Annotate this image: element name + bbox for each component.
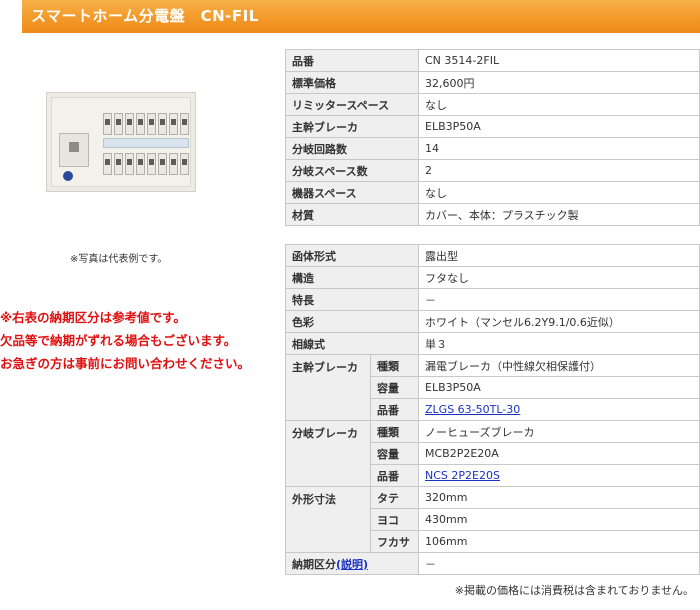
spec-value: 320mm: [418, 486, 700, 509]
spec-label: リミッタースペース: [285, 93, 419, 116]
spec-sublabel: 容量: [370, 442, 419, 465]
table-row: 相線式 単３: [285, 332, 700, 355]
spec-label: 分岐スペース数: [285, 159, 419, 182]
spec-value: ノーヒューズブレーカ: [418, 420, 700, 443]
spec-value: ELB3P50A: [418, 115, 700, 138]
main-breaker-part-link[interactable]: ZLGS 63-50TL-30: [425, 403, 520, 416]
spec-group-label: 主幹ブレーカ: [285, 354, 371, 421]
notice-line: ※右表の納期区分は参考値です。: [0, 310, 186, 325]
table-row: 機器スペース なし: [285, 181, 700, 204]
spec-value: ホワイト（マンセル6.2Y9.1/0.6近似）: [418, 310, 700, 333]
main-breaker-image: [59, 133, 89, 167]
table-row: 標準価格 32,600円: [285, 71, 700, 94]
spec-value: 32,600円: [418, 71, 700, 94]
notice-line: お急ぎの方は事前にお問い合わせください。: [0, 356, 251, 371]
breaker-row-bottom: [103, 153, 189, 175]
table-row: 分岐回路数 14: [285, 137, 700, 160]
table-row: リミッタースペース なし: [285, 93, 700, 116]
delivery-explanation-link[interactable]: (説明): [336, 558, 368, 571]
table-row: 外形寸法 タテ 320mm: [285, 486, 700, 553]
tax-note: ※掲載の価格には消費税は含まれておりません。: [454, 584, 694, 597]
spec-value: ELB3P50A: [418, 376, 700, 399]
spec-sublabel: 種類: [370, 420, 419, 443]
spec-group-label: 外形寸法: [285, 486, 371, 553]
table-row: 色彩 ホワイト（マンセル6.2Y9.1/0.6近似）: [285, 310, 700, 333]
spec-sublabel: フカサ: [370, 530, 419, 553]
spec-value: 2: [418, 159, 700, 182]
spec-value: ZLGS 63-50TL-30: [418, 398, 700, 421]
spec-label: 標準価格: [285, 71, 419, 94]
spec-group-label: 分岐ブレーカ: [285, 420, 371, 487]
table-row: 分岐ブレーカ 種類 ノーヒューズブレーカ: [285, 420, 700, 487]
spec-label: 材質: [285, 203, 419, 226]
spec-label: 特長: [285, 288, 419, 311]
spec-label: 主幹ブレーカ: [285, 115, 419, 138]
table-row: 材質 カバー、本体：プラスチック製: [285, 203, 700, 226]
table-row: 構造 フタなし: [285, 266, 700, 289]
spec-label: 函体形式: [285, 244, 419, 267]
table-row: 主幹ブレーカ 種類 漏電ブレーカ（中性線欠相保護付）: [285, 354, 700, 421]
spec-label: 分岐回路数: [285, 137, 419, 160]
spec-value: 単３: [418, 332, 700, 355]
detail-spec-table: 函体形式 露出型 構造 フタなし 特長－ 色彩 ホワイト（マンセル6.2Y9.1/0.…: [285, 244, 700, 575]
spec-value: なし: [418, 93, 700, 116]
table-row: 品番 CN 3514-2FIL: [285, 49, 700, 72]
spec-sublabel: 品番: [370, 464, 419, 487]
spec-label: 機器スペース: [285, 181, 419, 204]
spec-value: フタなし: [418, 266, 700, 289]
spec-value: 14: [418, 137, 700, 160]
spec-value: －: [418, 288, 700, 311]
spec-value: CN 3514-2FIL: [418, 49, 700, 72]
spec-sublabel: 品番: [370, 398, 419, 421]
spec-value: 430mm: [418, 508, 700, 531]
brand-logo-icon: [63, 171, 73, 181]
notice-line: 欠品等で納期がずれる場合もございます。: [0, 333, 237, 348]
table-row: 特長－: [285, 288, 700, 311]
spec-label: 色彩: [285, 310, 419, 333]
table-row: 主幹ブレーカ ELB3P50A: [285, 115, 700, 138]
spec-sublabel: ヨコ: [370, 508, 419, 531]
delivery-label: 納期区分: [292, 557, 336, 571]
basic-spec-table: 品番 CN 3514-2FIL 標準価格 32,600円 リミッタースペース なし 主…: [285, 49, 700, 226]
spec-value: なし: [418, 181, 700, 204]
spec-label: 相線式: [285, 332, 419, 355]
branch-breaker-part-link[interactable]: NCS 2P2E20S: [425, 469, 500, 482]
spec-value: 露出型: [418, 244, 700, 267]
spec-value: NCS 2P2E20S: [418, 464, 700, 487]
delivery-notice: ※右表の納期区分は参考値です。 欠品等で納期がずれる場合もございます。 お急ぎの…: [0, 306, 250, 375]
spec-value: カバー、本体：プラスチック製: [418, 203, 700, 226]
spec-label: 品番: [285, 49, 419, 72]
table-row: 函体形式 露出型: [285, 244, 700, 267]
label-strip: [103, 138, 189, 148]
table-row: 納期区分(説明) －: [285, 552, 700, 575]
page-title: スマートホーム分電盤 CN-FIL: [22, 0, 700, 33]
spec-sublabel: 容量: [370, 376, 419, 399]
spec-value: MCB2P2E20A: [418, 442, 700, 465]
spec-sublabel: タテ: [370, 486, 419, 509]
spec-label: 構造: [285, 266, 419, 289]
spec-value: －: [418, 552, 700, 575]
spec-value: 漏電ブレーカ（中性線欠相保護付）: [418, 354, 700, 377]
spec-sublabel: 種類: [370, 354, 419, 377]
photo-note: ※写真は代表例です。: [70, 254, 168, 265]
spec-value: 106mm: [418, 530, 700, 553]
product-photo: [46, 92, 196, 192]
breaker-row-top: [103, 113, 189, 135]
spec-label: 納期区分(説明): [285, 552, 419, 575]
table-row: 分岐スペース数 2: [285, 159, 700, 182]
